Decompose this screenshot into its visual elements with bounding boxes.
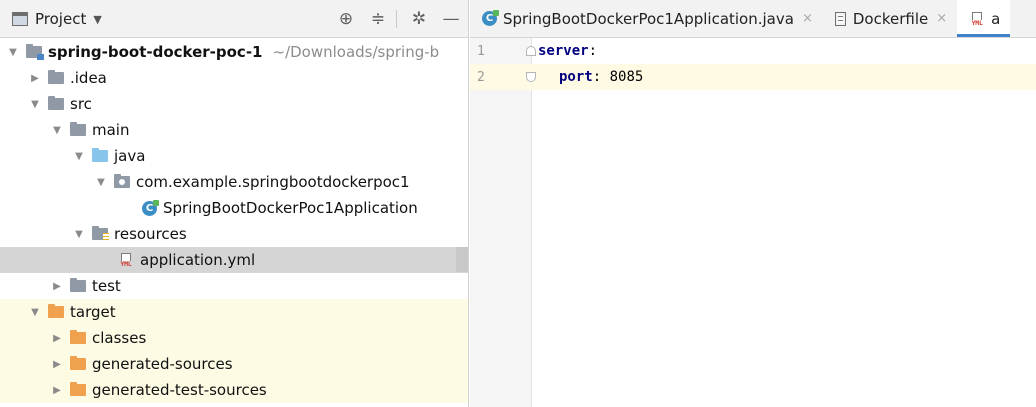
tree-item-test[interactable]: ▶ test	[0, 273, 468, 299]
caret-down-icon: ▼	[93, 12, 102, 26]
folder-icon	[70, 122, 86, 136]
tab-label: SpringBootDockerPoc1Application.java	[503, 9, 794, 28]
fold-end-icon[interactable]	[526, 72, 536, 82]
yaml-colon: :	[588, 43, 598, 59]
editor-tab-bar: C SpringBootDockerPoc1Application.java ×…	[470, 0, 1036, 38]
project-panel-header: Project ▼ ⊕ ≑ ✲ —	[0, 0, 468, 38]
tree-item-label: spring-boot-docker-poc-1	[48, 43, 263, 61]
chevron-down-icon[interactable]: ▼	[28, 307, 42, 318]
text-file-icon	[834, 11, 846, 26]
project-icon	[12, 12, 28, 26]
package-icon	[114, 174, 130, 188]
tree-item-label: test	[92, 277, 121, 295]
tree-item-label: src	[70, 95, 92, 113]
tree-item-classes[interactable]: ▶ classes	[0, 325, 468, 351]
folder-icon	[48, 96, 64, 110]
project-view-selector[interactable]: Project ▼	[12, 9, 102, 29]
yml-file-icon: YML	[969, 11, 985, 27]
tree-item-src[interactable]: ▼ src	[0, 91, 468, 117]
fold-start-icon[interactable]	[526, 46, 536, 56]
tree-item-label: .idea	[70, 69, 107, 87]
tree-item-label: generated-test-sources	[92, 381, 267, 399]
close-icon[interactable]: ×	[802, 11, 813, 26]
yml-file-icon: YML	[118, 252, 134, 268]
chevron-right-icon[interactable]: ▶	[28, 73, 42, 84]
line-number: 2	[477, 69, 485, 85]
chevron-down-icon[interactable]: ▼	[50, 125, 64, 136]
minimize-icon[interactable]: —	[441, 9, 461, 29]
chevron-right-icon[interactable]: ▶	[50, 281, 64, 292]
project-path-hint: ~/Downloads/spring-b	[272, 43, 440, 61]
tree-item-application-class[interactable]: C SpringBootDockerPoc1Application	[0, 195, 468, 221]
editor-gutter	[470, 38, 532, 407]
tree-item-label: main	[92, 121, 130, 139]
tree-item-label: classes	[92, 329, 147, 347]
yaml-key: server	[538, 43, 589, 59]
excluded-folder-icon	[70, 330, 86, 344]
tab-application-yml[interactable]: YML a	[957, 0, 1011, 37]
header-divider	[396, 10, 397, 28]
tree-item-label: target	[70, 303, 116, 321]
chevron-down-icon[interactable]: ▼	[6, 47, 20, 58]
tree-item-generated-sources[interactable]: ▶ generated-sources	[0, 351, 468, 377]
tree-item-target[interactable]: ▼ target	[0, 299, 468, 325]
folder-icon	[70, 278, 86, 292]
chevron-down-icon[interactable]: ▼	[94, 177, 108, 188]
excluded-folder-icon	[70, 356, 86, 370]
locate-icon[interactable]: ⊕	[336, 9, 356, 29]
folder-icon	[48, 70, 64, 84]
code-line[interactable]: 1 server:	[470, 38, 1036, 64]
chevron-down-icon[interactable]: ▼	[72, 229, 86, 240]
tree-item-label: java	[114, 147, 146, 165]
gear-icon[interactable]: ✲	[409, 9, 429, 29]
tab-dockerfile[interactable]: Dockerfile ×	[823, 0, 957, 37]
chevron-right-icon[interactable]: ▶	[50, 333, 64, 344]
tree-item-label: resources	[114, 225, 187, 243]
excluded-folder-icon	[48, 304, 64, 318]
editor-pane: C SpringBootDockerPoc1Application.java ×…	[470, 0, 1036, 407]
tree-item-label: com.example.springbootdockerpoc1	[136, 173, 410, 191]
module-folder-icon	[26, 44, 44, 60]
tree-item-main[interactable]: ▼ main	[0, 117, 468, 143]
tree-item-application-yml[interactable]: YML application.yml	[0, 247, 468, 273]
tree-scrollbar[interactable]	[456, 247, 468, 272]
collapse-all-icon[interactable]: ≑	[368, 9, 388, 29]
code-line-current[interactable]: 2 port: 8085	[470, 64, 1036, 90]
tab-label: a	[991, 9, 1001, 28]
tab-label: Dockerfile	[852, 9, 929, 28]
chevron-down-icon[interactable]: ▼	[28, 99, 42, 110]
resources-folder-icon	[92, 226, 109, 241]
tree-item-generated-test-sources[interactable]: ▶ generated-test-sources	[0, 377, 468, 403]
yaml-value: 8085	[601, 69, 644, 85]
source-folder-icon	[92, 148, 108, 162]
tree-item-project-root[interactable]: ▼ spring-boot-docker-poc-1 ~/Downloads/s…	[0, 39, 468, 65]
project-tool-window: Project ▼ ⊕ ≑ ✲ — ▼ spring-boot-docker-p…	[0, 0, 469, 407]
spring-class-icon: C	[142, 199, 159, 216]
chevron-right-icon[interactable]: ▶	[50, 385, 64, 396]
tree-item-label: application.yml	[140, 251, 256, 269]
tree-item-java[interactable]: ▼ java	[0, 143, 468, 169]
tab-application-java[interactable]: C SpringBootDockerPoc1Application.java ×	[470, 0, 823, 37]
tree-item-label: SpringBootDockerPoc1Application	[163, 199, 418, 217]
tree-item-idea[interactable]: ▶ .idea	[0, 65, 468, 91]
yaml-key: port	[559, 69, 593, 85]
chevron-down-icon[interactable]: ▼	[72, 151, 86, 162]
tree-item-resources[interactable]: ▼ resources	[0, 221, 468, 247]
yaml-colon: :	[592, 69, 602, 85]
chevron-right-icon[interactable]: ▶	[50, 359, 64, 370]
close-icon[interactable]: ×	[936, 11, 947, 26]
tree-item-label: generated-sources	[92, 355, 233, 373]
excluded-folder-icon	[70, 382, 86, 396]
tree-item-package[interactable]: ▼ com.example.springbootdockerpoc1	[0, 169, 468, 195]
line-number: 1	[477, 43, 485, 59]
spring-class-icon: C	[482, 10, 499, 26]
project-panel-title: Project	[35, 10, 87, 28]
